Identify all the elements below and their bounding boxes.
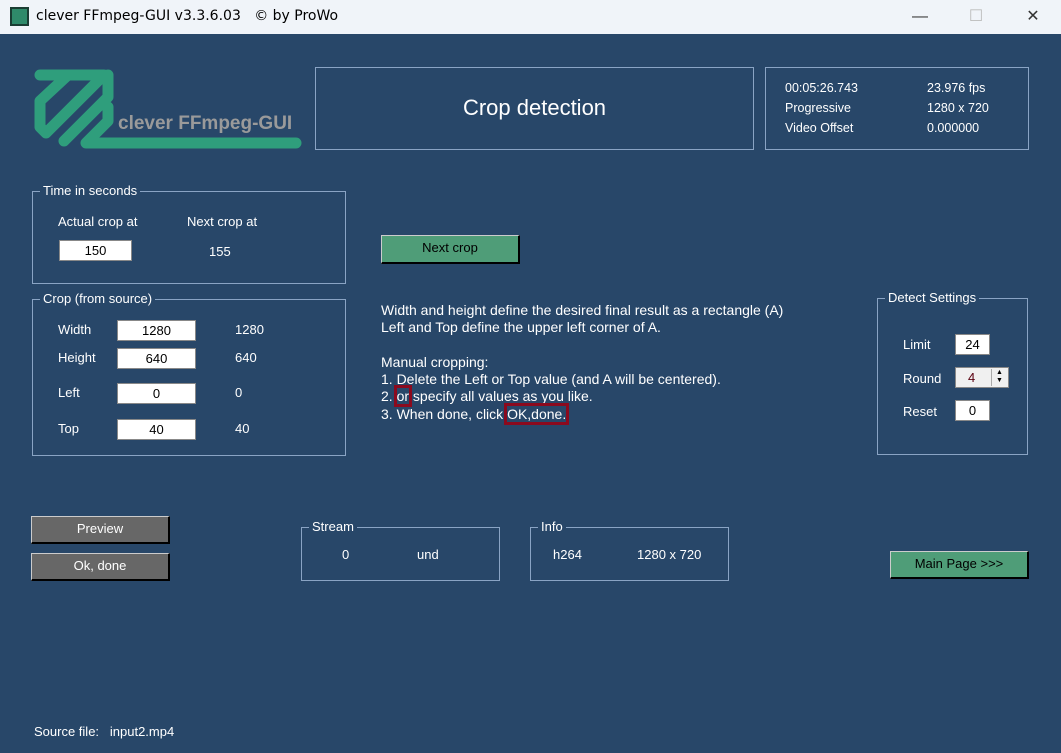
header-panel: Crop detection: [315, 67, 754, 150]
highlight-ok-done: OK,done.: [504, 402, 570, 425]
crop-input-top[interactable]: 40: [117, 419, 196, 440]
info-resolution: 1280 x 720: [637, 547, 702, 562]
crop-source-value: 640: [235, 350, 257, 365]
close-button[interactable]: ✕: [1010, 0, 1056, 34]
stream-group: Stream 0 und: [301, 519, 500, 581]
info-group: Info h264 1280 x 720: [530, 519, 729, 581]
crop-group: Crop (from source) Width 1280 1280 Height…: [32, 291, 346, 456]
app-icon: [10, 7, 29, 26]
reset-label: Reset: [903, 404, 937, 419]
page-title: Crop detection: [462, 95, 607, 120]
crop-row-label: Left: [58, 385, 80, 400]
main-page-button[interactable]: Main Page >>>: [890, 551, 1029, 579]
detect-settings-group: Detect Settings Limit 24 Round 4 ▲ ▼ Rese…: [877, 290, 1028, 455]
maximize-button[interactable]: ☐: [953, 0, 999, 34]
limit-input[interactable]: 24: [955, 334, 990, 355]
stream-legend: Stream: [309, 519, 357, 534]
logo-mark-icon: [34, 69, 302, 149]
round-value: 4: [968, 370, 976, 385]
crop-input-left[interactable]: 0: [117, 383, 196, 404]
next-crop-button[interactable]: Next crop: [381, 235, 520, 264]
stream-language: und: [417, 547, 439, 562]
window-title: clever FFmpeg-GUI v3.3.6.03 © by ProWo: [36, 8, 339, 24]
reset-input[interactable]: 0: [955, 400, 990, 421]
codec: h264: [553, 547, 582, 562]
crop-source-value: 1280: [235, 322, 264, 337]
crop-row-label: Height: [58, 350, 96, 365]
duration: 00:05:26.743: [785, 81, 858, 95]
crop-source-value: 0: [235, 385, 243, 400]
instruction-line: Manual cropping:: [381, 353, 489, 370]
time-legend: Time in seconds: [40, 183, 141, 198]
title-bar: clever FFmpeg-GUI v3.3.6.03 © by ProWo —…: [0, 0, 1061, 34]
logo: clever FFmpeg-GUI: [34, 67, 304, 151]
crop-input-height[interactable]: 640: [117, 348, 196, 369]
preview-button[interactable]: Preview: [31, 516, 170, 544]
info-legend: Info: [538, 519, 566, 534]
spin-arrows-icon[interactable]: ▲ ▼: [991, 369, 1007, 386]
crop-row-label: Top: [58, 421, 79, 436]
instruction-text: specify all values as you like.: [409, 388, 593, 405]
instruction-line: 1. Delete the Left or Top value (and A w…: [381, 371, 721, 388]
time-group: Time in seconds Actual crop at Next crop…: [32, 183, 346, 284]
source-filename: input2.mp4: [109, 724, 175, 739]
instruction-text: 2.: [381, 388, 397, 405]
ok-done-button[interactable]: Ok, done: [31, 553, 170, 581]
resolution: 1280 x 720: [927, 101, 989, 115]
scan-type: Progressive: [785, 101, 851, 115]
detect-legend: Detect Settings: [885, 290, 980, 305]
round-spinner[interactable]: 4 ▲ ▼: [955, 367, 1009, 388]
actual-crop-input[interactable]: 150: [59, 240, 132, 261]
crop-input-width[interactable]: 1280: [117, 320, 196, 341]
logo-text: clever FFmpeg-GUI: [118, 113, 293, 134]
crop-source-value: 40: [235, 421, 250, 436]
crop-legend: Crop (from source): [40, 291, 156, 306]
instruction-text: 3. When done, click: [381, 405, 508, 422]
actual-crop-label: Actual crop at: [58, 214, 138, 229]
highlight-or: or: [393, 385, 413, 408]
source-label: Source file:: [34, 724, 100, 739]
source-file: Source file: input2.mp4: [34, 724, 174, 739]
round-label: Round: [903, 371, 942, 386]
next-crop-value: 155: [209, 244, 231, 259]
crop-row-label: Width: [58, 322, 92, 337]
instructions: Width and height define the desired fina…: [381, 302, 784, 425]
minimize-button[interactable]: —: [897, 0, 943, 34]
next-crop-label: Next crop at: [187, 214, 258, 229]
offset-value: 0.000000: [927, 121, 980, 135]
instruction-line: Left and Top define the upper left corne…: [381, 319, 661, 336]
stream-index: 0: [342, 547, 350, 562]
instruction-line: Width and height define the desired fina…: [381, 302, 784, 318]
video-info-panel: 00:05:26.743 23.976 fps Progressive 1280…: [765, 67, 1029, 150]
limit-label: Limit: [903, 337, 931, 352]
fps: 23.976 fps: [927, 81, 986, 95]
offset-label: Video Offset: [785, 121, 854, 135]
